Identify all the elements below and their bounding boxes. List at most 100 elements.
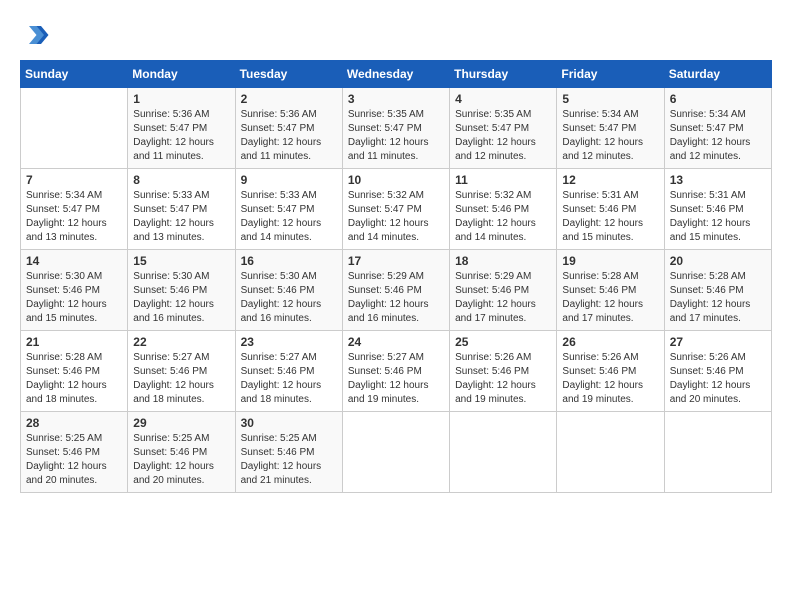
day-info: Sunrise: 5:32 AM Sunset: 5:46 PM Dayligh… [455,189,551,245]
calendar-cell: 27 Sunrise: 5:26 AM Sunset: 5:46 PM Dayli… [664,331,771,412]
calendar-week-5: 28 Sunrise: 5:25 AM Sunset: 5:46 PM Dayli… [21,412,772,493]
calendar-week-4: 21 Sunrise: 5:28 AM Sunset: 5:46 PM Dayli… [21,331,772,412]
calendar-cell: 6 Sunrise: 5:34 AM Sunset: 5:47 PM Daylig… [664,88,771,169]
day-number: 6 [670,92,766,106]
day-info: Sunrise: 5:28 AM Sunset: 5:46 PM Dayligh… [670,270,766,326]
calendar-week-1: 1 Sunrise: 5:36 AM Sunset: 5:47 PM Daylig… [21,88,772,169]
day-info: Sunrise: 5:34 AM Sunset: 5:47 PM Dayligh… [670,108,766,164]
day-number: 27 [670,335,766,349]
calendar-cell: 9Sunrise: 5:33 AM Sunset: 5:47 PM Daylig… [235,169,342,250]
calendar-cell: 5 Sunrise: 5:34 AM Sunset: 5:47 PM Daylig… [557,88,664,169]
day-number: 8 [133,173,229,187]
day-header-tuesday: Tuesday [235,61,342,88]
day-number: 22 [133,335,229,349]
day-info: Sunrise: 5:31 AM Sunset: 5:46 PM Dayligh… [562,189,658,245]
day-header-thursday: Thursday [450,61,557,88]
day-number: 4 [455,92,551,106]
day-header-monday: Monday [128,61,235,88]
day-number: 10 [348,173,444,187]
calendar-cell: 11 Sunrise: 5:32 AM Sunset: 5:46 PM Dayli… [450,169,557,250]
calendar-cell: 8 Sunrise: 5:33 AM Sunset: 5:47 PM Daylig… [128,169,235,250]
day-info: Sunrise: 5:35 AM Sunset: 5:47 PM Dayligh… [348,108,444,164]
day-number: 23 [241,335,337,349]
calendar-cell: 23 Sunrise: 5:27 AM Sunset: 5:46 PM Dayli… [235,331,342,412]
calendar-cell: 21 Sunrise: 5:28 AM Sunset: 5:46 PM Dayli… [21,331,128,412]
calendar-table: SundayMondayTuesdayWednesdayThursdayFrid… [20,60,772,493]
calendar-week-2: 7 Sunrise: 5:34 AM Sunset: 5:47 PM Daylig… [21,169,772,250]
calendar-cell [342,412,449,493]
day-number: 1 [133,92,229,106]
day-number: 5 [562,92,658,106]
day-info: Sunrise: 5:30 AM Sunset: 5:46 PM Dayligh… [26,270,122,326]
day-info: Sunrise: 5:25 AM Sunset: 5:46 PM Dayligh… [26,432,122,488]
day-number: 21 [26,335,122,349]
day-number: 28 [26,416,122,430]
day-info: Sunrise: 5:32 AM Sunset: 5:47 PM Dayligh… [348,189,444,245]
day-number: 2 [241,92,337,106]
calendar-cell: 10 Sunrise: 5:32 AM Sunset: 5:47 PM Dayli… [342,169,449,250]
day-number: 17 [348,254,444,268]
calendar-cell: 1 Sunrise: 5:36 AM Sunset: 5:47 PM Daylig… [128,88,235,169]
calendar-cell: 30 Sunrise: 5:25 AM Sunset: 5:46 PM Dayli… [235,412,342,493]
day-info: Sunrise: 5:26 AM Sunset: 5:46 PM Dayligh… [562,351,658,407]
day-info: Sunrise: 5:26 AM Sunset: 5:46 PM Dayligh… [670,351,766,407]
day-number: 19 [562,254,658,268]
day-info: Sunrise: 5:26 AM Sunset: 5:46 PM Dayligh… [455,351,551,407]
calendar-cell: 26Sunrise: 5:26 AM Sunset: 5:46 PM Dayli… [557,331,664,412]
logo-icon [20,20,50,50]
calendar-cell: 16 Sunrise: 5:30 AM Sunset: 5:46 PM Dayli… [235,250,342,331]
calendar-cell: 24Sunrise: 5:27 AM Sunset: 5:46 PM Dayli… [342,331,449,412]
calendar-cell: 12 Sunrise: 5:31 AM Sunset: 5:46 PM Dayli… [557,169,664,250]
calendar-cell: 15 Sunrise: 5:30 AM Sunset: 5:46 PM Dayli… [128,250,235,331]
calendar-week-3: 14 Sunrise: 5:30 AM Sunset: 5:46 PM Dayli… [21,250,772,331]
calendar-cell: 7 Sunrise: 5:34 AM Sunset: 5:47 PM Daylig… [21,169,128,250]
calendar-cell: 2 Sunrise: 5:36 AM Sunset: 5:47 PM Daylig… [235,88,342,169]
day-info: Sunrise: 5:34 AM Sunset: 5:47 PM Dayligh… [26,189,122,245]
day-info: Sunrise: 5:28 AM Sunset: 5:46 PM Dayligh… [562,270,658,326]
calendar-cell: 13 Sunrise: 5:31 AM Sunset: 5:46 PM Dayli… [664,169,771,250]
calendar-cell: 17Sunrise: 5:29 AM Sunset: 5:46 PM Dayli… [342,250,449,331]
calendar-cell: 28 Sunrise: 5:25 AM Sunset: 5:46 PM Dayli… [21,412,128,493]
calendar-cell [450,412,557,493]
day-info: Sunrise: 5:28 AM Sunset: 5:46 PM Dayligh… [26,351,122,407]
day-number: 16 [241,254,337,268]
day-header-wednesday: Wednesday [342,61,449,88]
day-header-sunday: Sunday [21,61,128,88]
day-info: Sunrise: 5:25 AM Sunset: 5:46 PM Dayligh… [241,432,337,488]
day-info: Sunrise: 5:34 AM Sunset: 5:47 PM Dayligh… [562,108,658,164]
calendar-cell: 29Sunrise: 5:25 AM Sunset: 5:46 PM Dayli… [128,412,235,493]
day-info: Sunrise: 5:35 AM Sunset: 5:47 PM Dayligh… [455,108,551,164]
day-info: Sunrise: 5:30 AM Sunset: 5:46 PM Dayligh… [133,270,229,326]
day-info: Sunrise: 5:36 AM Sunset: 5:47 PM Dayligh… [241,108,337,164]
day-number: 20 [670,254,766,268]
day-number: 30 [241,416,337,430]
calendar-cell: 19 Sunrise: 5:28 AM Sunset: 5:46 PM Dayli… [557,250,664,331]
day-info: Sunrise: 5:33 AM Sunset: 5:47 PM Dayligh… [241,189,337,245]
day-info: Sunrise: 5:31 AM Sunset: 5:46 PM Dayligh… [670,189,766,245]
day-number: 15 [133,254,229,268]
calendar-cell: 25Sunrise: 5:26 AM Sunset: 5:46 PM Dayli… [450,331,557,412]
day-info: Sunrise: 5:27 AM Sunset: 5:46 PM Dayligh… [241,351,337,407]
calendar-cell: 4 Sunrise: 5:35 AM Sunset: 5:47 PM Daylig… [450,88,557,169]
logo [20,20,54,50]
day-number: 12 [562,173,658,187]
day-number: 18 [455,254,551,268]
page-header [20,20,772,50]
day-number: 13 [670,173,766,187]
day-number: 24 [348,335,444,349]
day-number: 7 [26,173,122,187]
day-number: 29 [133,416,229,430]
calendar-cell: 18 Sunrise: 5:29 AM Sunset: 5:46 PM Dayli… [450,250,557,331]
day-header-saturday: Saturday [664,61,771,88]
calendar-cell: 14 Sunrise: 5:30 AM Sunset: 5:46 PM Dayli… [21,250,128,331]
day-number: 14 [26,254,122,268]
day-info: Sunrise: 5:36 AM Sunset: 5:47 PM Dayligh… [133,108,229,164]
day-info: Sunrise: 5:30 AM Sunset: 5:46 PM Dayligh… [241,270,337,326]
calendar-cell [21,88,128,169]
day-info: Sunrise: 5:33 AM Sunset: 5:47 PM Dayligh… [133,189,229,245]
day-info: Sunrise: 5:29 AM Sunset: 5:46 PM Dayligh… [455,270,551,326]
day-info: Sunrise: 5:27 AM Sunset: 5:46 PM Dayligh… [133,351,229,407]
day-number: 11 [455,173,551,187]
calendar-cell: 20 Sunrise: 5:28 AM Sunset: 5:46 PM Dayli… [664,250,771,331]
day-header-friday: Friday [557,61,664,88]
